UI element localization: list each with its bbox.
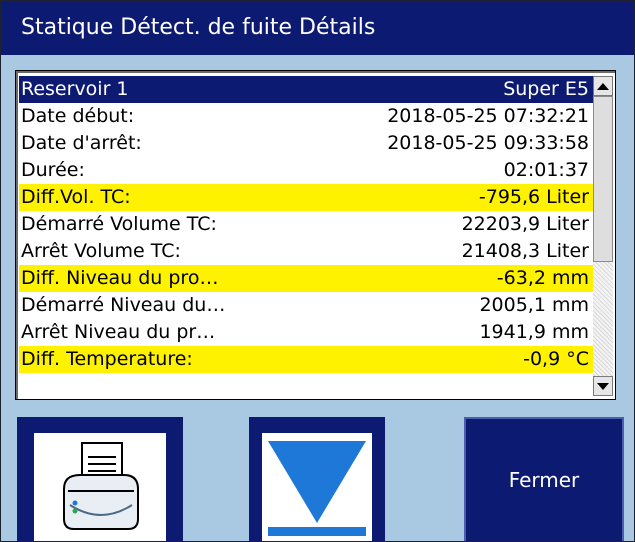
close-button[interactable]: Fermer <box>464 417 624 541</box>
detail-label: Arrêt Volume TC: <box>21 240 181 262</box>
detail-row[interactable]: Démarré Niveau du… 2005,1 mm <box>19 292 595 319</box>
detail-label: Diff. Niveau du pro… <box>21 267 219 289</box>
detail-value: -0,9 °C <box>523 348 589 370</box>
detail-label: Diff. Temperature: <box>21 348 193 370</box>
detail-row[interactable]: Date début: 2018-05-25 07:32:21 <box>19 103 595 130</box>
scrollbar-thumb[interactable] <box>593 96 613 262</box>
close-button-label: Fermer <box>508 468 580 492</box>
detail-label: Diff.Vol. TC: <box>21 186 131 208</box>
printer-icon <box>63 442 139 530</box>
arrow-down-icon <box>597 382 609 390</box>
detail-value: 22203,9 Liter <box>461 213 589 235</box>
detail-label: Démarré Volume TC: <box>21 213 217 235</box>
detail-label: Date début: <box>21 105 135 127</box>
detail-value: 2018-05-25 09:33:58 <box>387 132 589 154</box>
detail-value: 2005,1 mm <box>479 294 589 316</box>
detail-row[interactable]: Arrêt Niveau du pr… 1941,9 mm <box>19 319 595 346</box>
vertical-scrollbar[interactable] <box>593 76 613 396</box>
detail-row[interactable]: Diff. Temperature: -0,9 °C <box>19 346 595 373</box>
tank-name: Reservoir 1 <box>21 78 129 100</box>
detail-value: 02:01:37 <box>503 159 589 181</box>
download-button[interactable] <box>249 417 385 541</box>
detail-value: 1941,9 mm <box>479 321 589 343</box>
detail-value: -795,6 Liter <box>478 186 589 208</box>
list-header-row[interactable]: Reservoir 1 Super E5 <box>19 76 595 103</box>
app-window: Statique Détect. de fuite Détails Reserv… <box>0 0 635 542</box>
arrow-up-icon <box>597 82 609 90</box>
detail-value: -63,2 mm <box>496 267 589 289</box>
print-button-face <box>34 433 166 541</box>
detail-row[interactable]: Durée: 02:01:37 <box>19 157 595 184</box>
detail-value: 2018-05-25 07:32:21 <box>387 105 589 127</box>
detail-value: 21408,3 Liter <box>461 240 589 262</box>
download-button-face <box>262 433 372 541</box>
detail-row[interactable]: Démarré Volume TC: 22203,9 Liter <box>19 211 595 238</box>
scroll-up-button[interactable] <box>593 76 613 96</box>
detail-label: Démarré Niveau du… <box>21 294 226 316</box>
detail-label: Arrêt Niveau du pr… <box>21 321 216 343</box>
scroll-down-button[interactable] <box>593 376 613 396</box>
window-title: Statique Détect. de fuite Détails <box>1 1 634 55</box>
arrow-down-to-line-icon <box>268 441 366 536</box>
details-rows: Reservoir 1 Super E5 Date début: 2018-05-… <box>19 76 595 396</box>
detail-label: Date d'arrêt: <box>21 132 142 154</box>
detail-label: Durée: <box>21 159 85 181</box>
product-name: Super E5 <box>503 78 589 100</box>
detail-row[interactable]: Date d'arrêt: 2018-05-25 09:33:58 <box>19 130 595 157</box>
details-list[interactable]: Reservoir 1 Super E5 Date début: 2018-05-… <box>15 70 616 400</box>
detail-row[interactable]: Diff. Niveau du pro… -63,2 mm <box>19 265 595 292</box>
print-button[interactable] <box>17 417 183 541</box>
detail-row[interactable]: Diff.Vol. TC: -795,6 Liter <box>19 184 595 211</box>
detail-row[interactable]: Arrêt Volume TC: 21408,3 Liter <box>19 238 595 265</box>
